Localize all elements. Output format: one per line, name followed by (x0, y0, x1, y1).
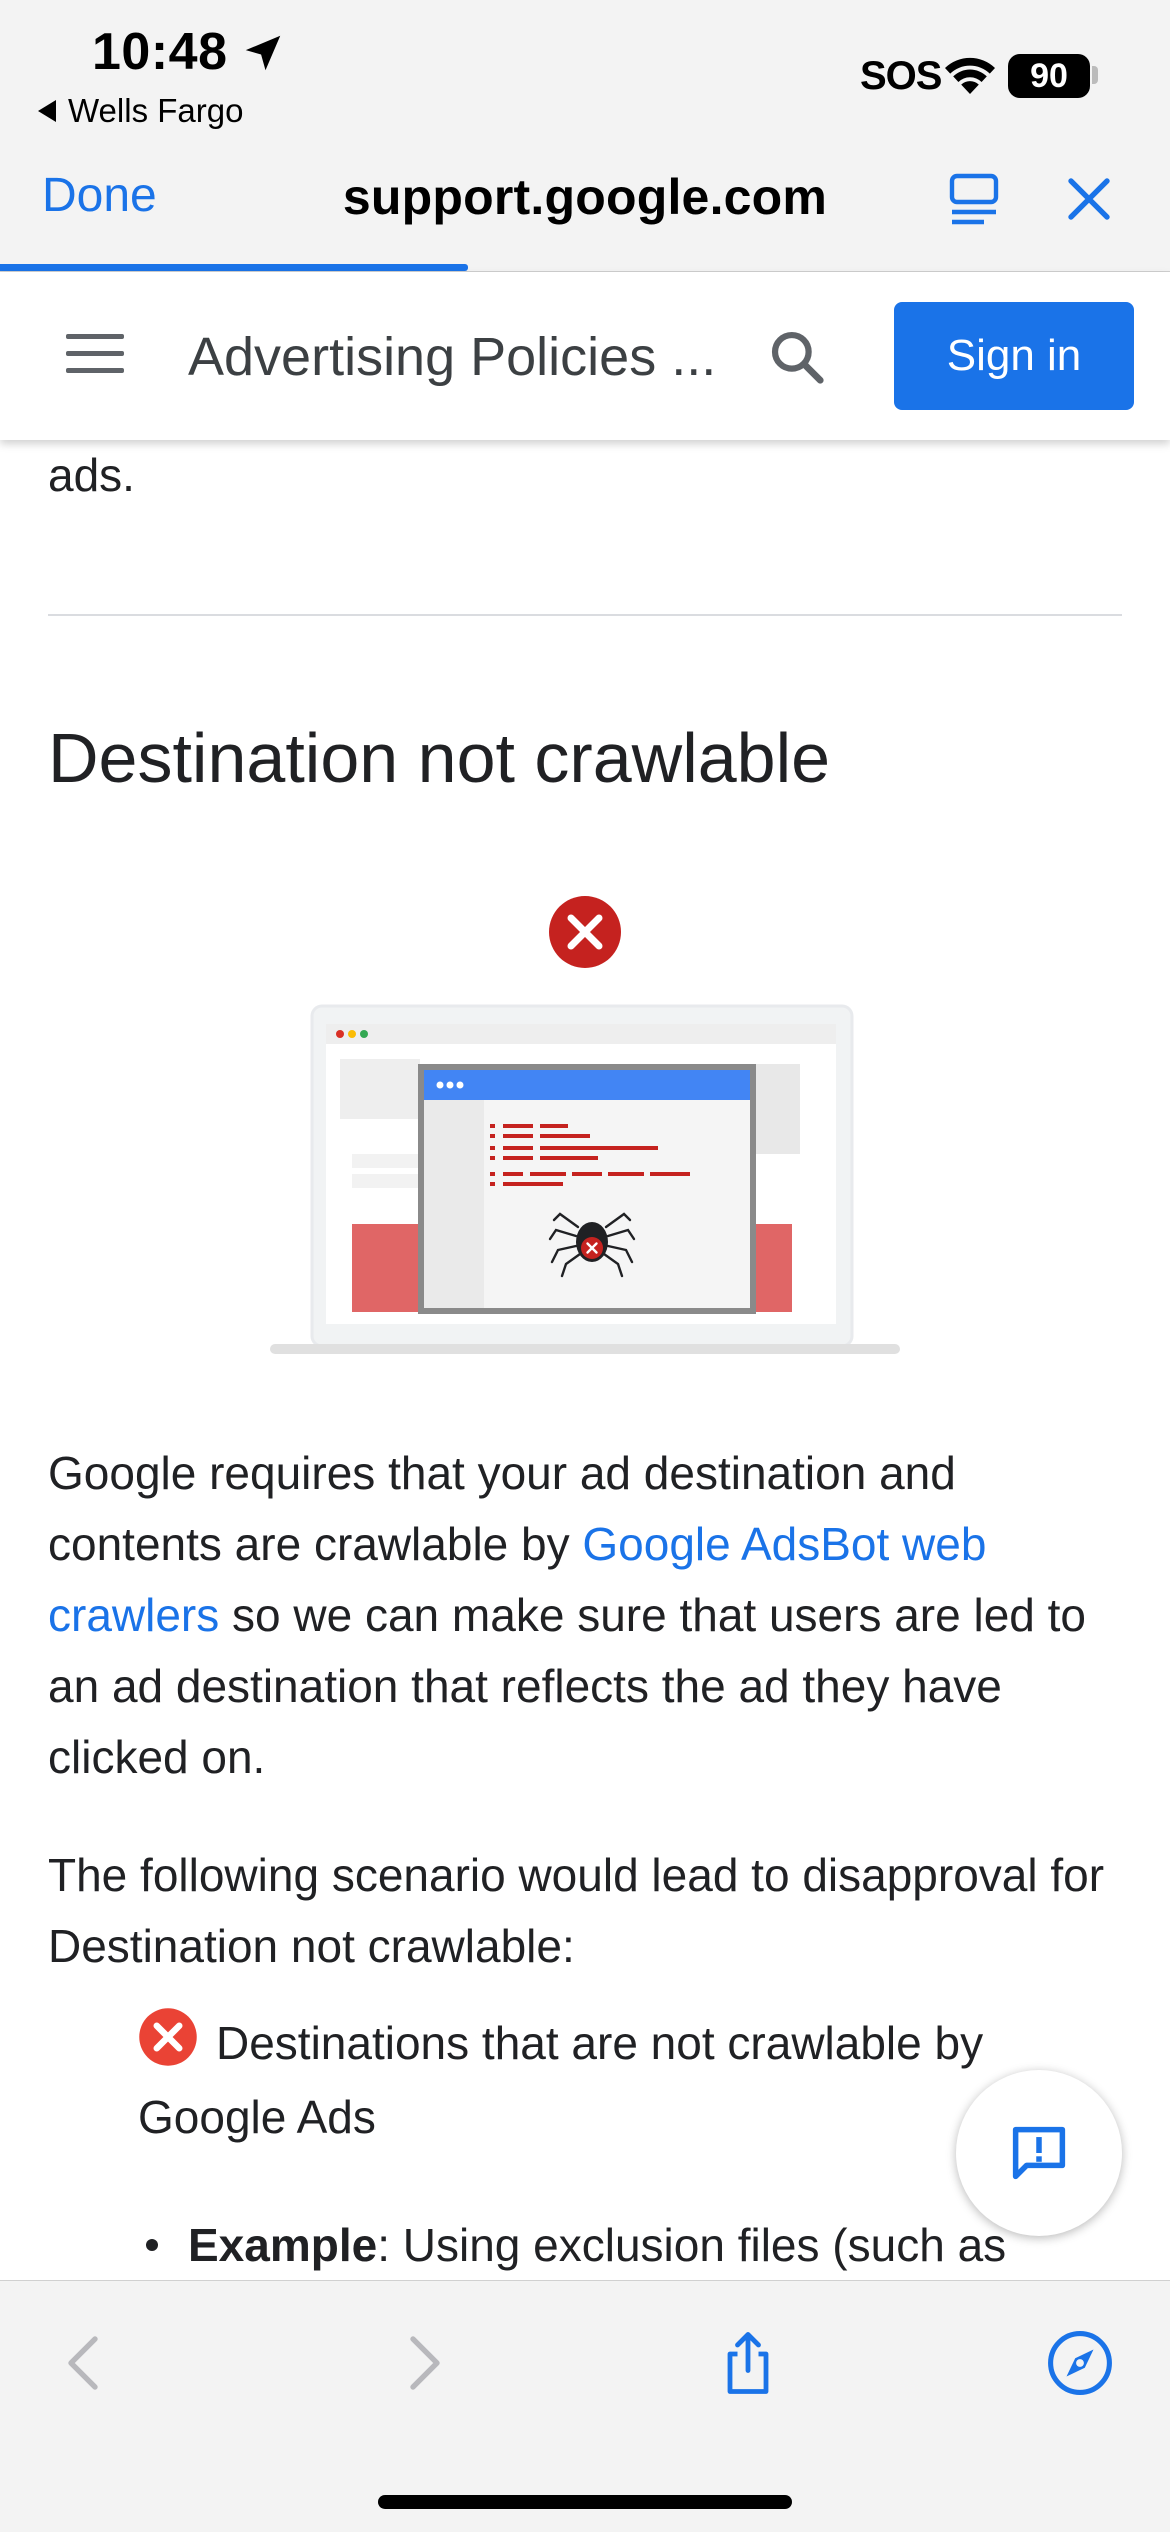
wifi-icon (945, 57, 995, 94)
status-bar: 10:48 Wells Fargo SOS 90 (0, 0, 1170, 140)
sign-in-button[interactable]: Sign in (894, 302, 1134, 410)
back-arrow-icon[interactable] (50, 2327, 122, 2399)
status-time: 10:48 (92, 23, 228, 81)
feedback-icon (1012, 2126, 1066, 2180)
search-icon[interactable] (766, 326, 828, 388)
back-triangle-icon (38, 100, 56, 122)
site-header: Advertising Policies ... Sign in (0, 272, 1170, 440)
section-divider (48, 614, 1122, 616)
intro-paragraph: Google requires that your ad destination… (48, 1438, 1128, 1793)
example-label: Example (188, 2219, 378, 2271)
crawler-blocked-illustration (270, 896, 900, 1354)
previous-section-fragment: ads. (48, 449, 135, 501)
battery-cap (1092, 66, 1098, 84)
compass-icon[interactable] (1044, 2327, 1116, 2399)
forward-arrow-icon[interactable] (386, 2327, 458, 2399)
reader-mode-icon[interactable] (944, 170, 1004, 230)
header-title: Advertising Policies ... (188, 327, 717, 387)
list-item-text: Destinations that are not crawlable by G… (138, 2017, 984, 2143)
carrier-status: SOS (860, 54, 942, 98)
browser-bottom-toolbar (0, 2280, 1170, 2532)
error-x-icon (139, 2008, 197, 2066)
section-heading: Destination not crawlable (48, 719, 831, 797)
share-icon[interactable] (712, 2327, 784, 2399)
menu-icon[interactable] (66, 334, 124, 378)
battery-indicator: 90 (1008, 54, 1090, 98)
page-load-progress (0, 264, 468, 271)
article-content: ads. Destination not crawlable Google re… (0, 440, 1170, 2280)
bullet-dot (146, 2239, 158, 2251)
back-to-app-link[interactable]: Wells Fargo (38, 92, 243, 130)
close-icon[interactable] (1062, 172, 1116, 226)
example-text: : Using exclusion files (such as (377, 2219, 1007, 2271)
home-indicator[interactable] (378, 2495, 792, 2509)
back-app-label: Wells Fargo (68, 92, 244, 129)
location-arrow-icon (245, 35, 281, 71)
scenario-paragraph: The following scenario would lead to dis… (48, 1849, 1105, 1972)
feedback-button[interactable] (956, 2070, 1122, 2236)
example-line: Example: Using exclusion files (such as (146, 2218, 1006, 2272)
browser-top-bar: Done support.google.com (0, 140, 1170, 272)
